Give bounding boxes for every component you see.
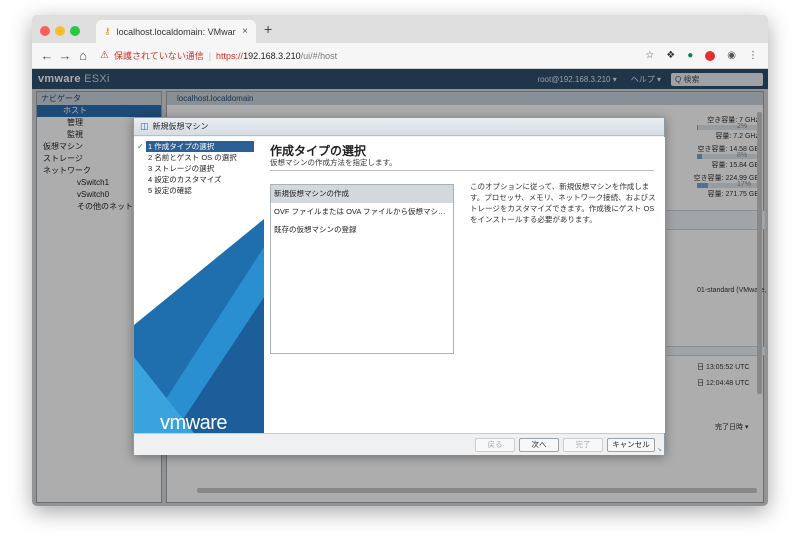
extension-red-icon[interactable] xyxy=(705,50,716,61)
option-description: このオプションに従って、新規仮想マシンを作成します。プロセッサ、メモリ、ネットワ… xyxy=(470,182,656,224)
dialog-footer: 戻る 次へ 完了 キャンセル ↘ xyxy=(134,433,664,455)
new-tab-button[interactable]: + xyxy=(264,21,272,37)
warning-icon: ⚠ xyxy=(100,50,109,61)
step-1-label: 1 作成タイプの選択 xyxy=(148,142,215,151)
check-icon: ✓ xyxy=(137,142,144,151)
home-icon[interactable]: ⌂ xyxy=(74,48,92,63)
next-button[interactable]: 次へ xyxy=(519,438,559,452)
option-create-new[interactable]: 新規仮想マシンの作成 xyxy=(271,185,453,203)
tab-bar: ⚷ localhost.localdomain: VMware × + xyxy=(32,15,768,43)
wizard-content: 作成タイプの選択 仮想マシンの作成方法を指定します。 新規仮想マシンの作成 OV… xyxy=(264,137,665,433)
step-2[interactable]: 2 名前とゲスト OS の選択 xyxy=(134,152,264,163)
browser-tab[interactable]: ⚷ localhost.localdomain: VMware × xyxy=(96,20,256,43)
address-bar[interactable]: ⚠ 保護されていない通信 | https://192.168.3.210/ui/… xyxy=(98,47,608,65)
dialog-title-bar: ◫ 新規仮想マシン xyxy=(134,118,664,136)
option-register-existing[interactable]: 既存の仮想マシンの登録 xyxy=(271,221,453,239)
close-tab-icon[interactable]: × xyxy=(242,26,248,37)
address-toolbar: ← → ⌂ ⚠ 保護されていない通信 | https://192.168.3.2… xyxy=(32,43,768,69)
bookmark-star-icon[interactable]: ☆ xyxy=(645,50,654,61)
step-subheading: 仮想マシンの作成方法を指定します。 xyxy=(270,158,397,167)
back-arrow-icon[interactable]: ← xyxy=(38,48,56,63)
tab-title: localhost.localdomain: VMware xyxy=(116,26,237,37)
finish-button[interactable]: 完了 xyxy=(563,438,603,452)
account-icon[interactable]: ◉ xyxy=(727,50,736,61)
toolbar-right: ☆ ❖ ● ◉ ⋮ xyxy=(645,50,768,61)
creation-type-list: 新規仮想マシンの作成 OVF ファイルまたは OVA ファイルから仮想マシンをデ… xyxy=(270,184,454,354)
cancel-button[interactable]: キャンセル xyxy=(607,438,655,452)
menu-icon[interactable]: ⋮ xyxy=(748,50,758,61)
evernote-icon[interactable]: ● xyxy=(687,50,693,61)
forward-arrow-icon[interactable]: → xyxy=(56,48,74,63)
extension-icon[interactable]: ❖ xyxy=(666,50,675,61)
url-path: /ui/#/host xyxy=(300,50,338,61)
wizard-steps: ✓ 1 作成タイプの選択 2 名前とゲスト OS の選択 3 ストレージの選択 4… xyxy=(134,137,264,433)
back-button[interactable]: 戻る xyxy=(475,438,515,452)
step-3[interactable]: 3 ストレージの選択 xyxy=(134,163,264,174)
step-list: ✓ 1 作成タイプの選択 2 名前とゲスト OS の選択 3 ストレージの選択 4… xyxy=(134,141,264,196)
minimize-window-button[interactable] xyxy=(55,26,65,36)
step-1[interactable]: ✓ 1 作成タイプの選択 xyxy=(137,141,254,152)
option-deploy-ovf[interactable]: OVF ファイルまたは OVA ファイルから仮想マシンをデプロイ xyxy=(271,203,453,221)
close-window-button[interactable] xyxy=(40,26,50,36)
url-host: 192.168.3.210 xyxy=(243,50,301,61)
step-4[interactable]: 4 設定のカスタマイズ xyxy=(134,174,264,185)
vmware-logo: vmware xyxy=(160,412,228,433)
address-separator: | xyxy=(208,50,212,61)
url-scheme: https:// xyxy=(216,50,244,61)
vm-icon: ◫ xyxy=(140,121,149,131)
dialog-title: 新規仮想マシン xyxy=(152,122,209,131)
heading-divider xyxy=(270,170,654,171)
resize-grip-icon[interactable]: ↘ xyxy=(657,446,662,453)
step-5[interactable]: 5 設定の確認 xyxy=(134,185,264,196)
maximize-window-button[interactable] xyxy=(70,26,80,36)
security-warning[interactable]: 保護されていない通信 xyxy=(114,49,204,62)
url-text: https://192.168.3.210/ui/#/host xyxy=(216,51,337,61)
new-vm-dialog: ◫ 新規仮想マシン ✓ 1 作成タイプの選択 2 名前とゲスト OS の選択 3 … xyxy=(133,117,665,455)
key-icon: ⚷ xyxy=(104,26,111,36)
